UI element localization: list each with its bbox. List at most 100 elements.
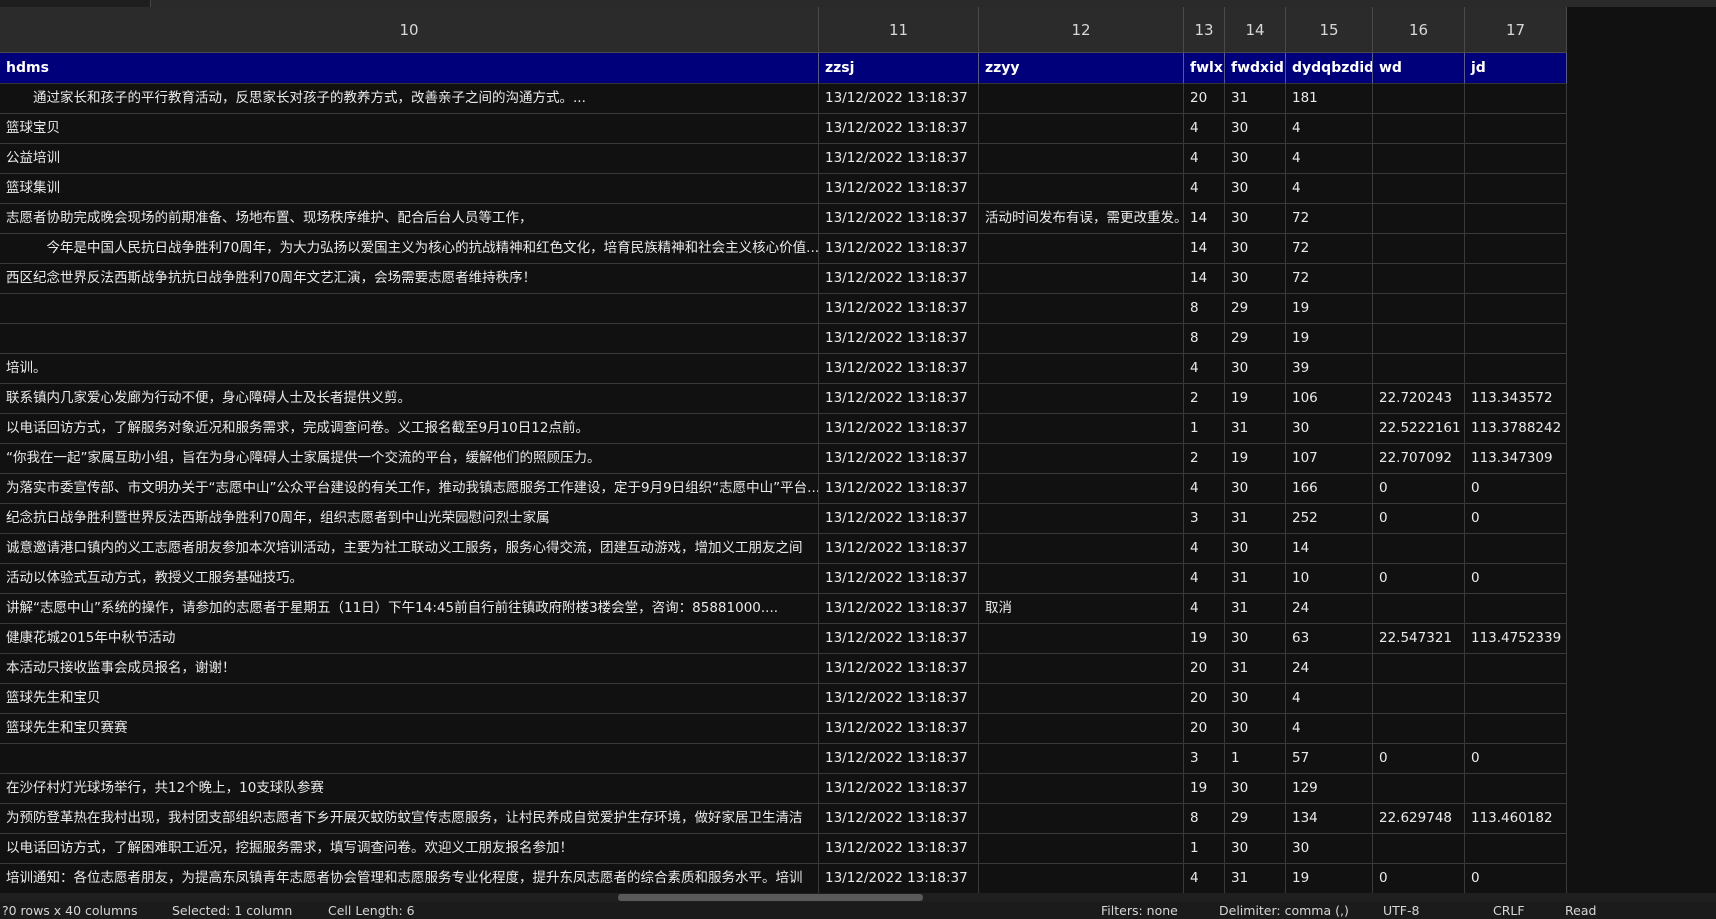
table-row[interactable]: 为落实市委宣传部、市文明办关于“志愿中山”公众平台建设的有关工作，推动我镇志愿服… — [0, 474, 1567, 504]
table-row[interactable]: 13/12/2022 13:18:37 8 29 19 — [0, 294, 1567, 324]
cell-zzsj[interactable]: 13/12/2022 13:18:37 — [819, 384, 979, 414]
cell-dydqbzdid[interactable]: 107 — [1286, 444, 1373, 474]
cell-dydqbzdid[interactable]: 106 — [1286, 384, 1373, 414]
cell-jd[interactable] — [1465, 774, 1567, 804]
cell-fwlx[interactable]: 4 — [1184, 354, 1225, 384]
cell-dydqbzdid[interactable]: 19 — [1286, 294, 1373, 324]
table-row[interactable]: 以电话回访方式，了解服务对象近况和服务需求，完成调查问卷。义工报名截至9月10日… — [0, 414, 1567, 444]
column-number-17[interactable]: 17 — [1465, 7, 1567, 53]
cell-zzyy[interactable]: 取消 — [979, 594, 1184, 624]
cell-fwlx[interactable]: 19 — [1184, 774, 1225, 804]
table-row[interactable]: 诚意邀请港口镇内的义工志愿者朋友参加本次培训活动，主要为社工联动义工服务，服务心… — [0, 534, 1567, 564]
cell-dydqbzdid[interactable]: 4 — [1286, 144, 1373, 174]
cell-fwlx[interactable]: 1 — [1184, 834, 1225, 864]
cell-dydqbzdid[interactable]: 181 — [1286, 84, 1373, 114]
cell-zzyy[interactable] — [979, 354, 1184, 384]
table-row[interactable]: 纪念抗日战争胜利暨世界反法西斯战争胜利70周年，组织志愿者到中山光荣园慰问烈士家… — [0, 504, 1567, 534]
cell-fwdxid[interactable]: 31 — [1225, 594, 1286, 624]
cell-zzyy[interactable] — [979, 804, 1184, 834]
cell-jd[interactable] — [1465, 324, 1567, 354]
cell-fwlx[interactable]: 14 — [1184, 234, 1225, 264]
cell-zzsj[interactable]: 13/12/2022 13:18:37 — [819, 294, 979, 324]
cell-hdms[interactable]: 志愿者协助完成晚会现场的前期准备、场地布置、现场秩序维护、配合后台人员等工作， — [0, 204, 819, 234]
cell-jd[interactable] — [1465, 264, 1567, 294]
header-hdms[interactable]: hdms — [0, 53, 819, 84]
cell-fwlx[interactable]: 4 — [1184, 864, 1225, 893]
cell-hdms[interactable]: 以电话回访方式，了解困难职工近况，挖掘服务需求，填写调查问卷。欢迎义工朋友报名参… — [0, 834, 819, 864]
cell-hdms[interactable]: 为落实市委宣传部、市文明办关于“志愿中山”公众平台建设的有关工作，推动我镇志愿服… — [0, 474, 819, 504]
status-encoding[interactable]: UTF-8 — [1383, 902, 1419, 919]
cell-zzsj[interactable]: 13/12/2022 13:18:37 — [819, 84, 979, 114]
cell-dydqbzdid[interactable]: 63 — [1286, 624, 1373, 654]
cell-zzsj[interactable]: 13/12/2022 13:18:37 — [819, 564, 979, 594]
cell-fwlx[interactable]: 4 — [1184, 594, 1225, 624]
cell-fwdxid[interactable]: 30 — [1225, 624, 1286, 654]
cell-zzyy[interactable] — [979, 324, 1184, 354]
cell-wd[interactable] — [1373, 144, 1465, 174]
cell-dydqbzdid[interactable]: 24 — [1286, 654, 1373, 684]
cell-fwlx[interactable]: 4 — [1184, 534, 1225, 564]
cell-zzsj[interactable]: 13/12/2022 13:18:37 — [819, 654, 979, 684]
cell-zzyy[interactable] — [979, 834, 1184, 864]
column-number-15[interactable]: 15 — [1286, 7, 1373, 53]
cell-dydqbzdid[interactable]: 57 — [1286, 744, 1373, 774]
active-tab-indicator[interactable] — [0, 0, 151, 7]
cell-wd[interactable] — [1373, 354, 1465, 384]
header-zzyy[interactable]: zzyy — [979, 53, 1184, 84]
cell-dydqbzdid[interactable]: 4 — [1286, 114, 1373, 144]
header-wd[interactable]: wd — [1373, 53, 1465, 84]
cell-zzyy[interactable] — [979, 864, 1184, 893]
cell-jd[interactable] — [1465, 114, 1567, 144]
cell-wd[interactable] — [1373, 534, 1465, 564]
cell-fwdxid[interactable]: 31 — [1225, 414, 1286, 444]
cell-wd[interactable]: 22.707092 — [1373, 444, 1465, 474]
cell-dydqbzdid[interactable]: 252 — [1286, 504, 1373, 534]
cell-fwlx[interactable]: 14 — [1184, 264, 1225, 294]
cell-fwlx[interactable]: 4 — [1184, 114, 1225, 144]
cell-zzyy[interactable] — [979, 684, 1184, 714]
cell-fwdxid[interactable]: 30 — [1225, 714, 1286, 744]
cell-dydqbzdid[interactable]: 39 — [1286, 354, 1373, 384]
cell-fwdxid[interactable]: 30 — [1225, 474, 1286, 504]
cell-wd[interactable]: 0 — [1373, 564, 1465, 594]
cell-jd[interactable] — [1465, 84, 1567, 114]
cell-hdms[interactable]: 本活动只接收监事会成员报名，谢谢！ — [0, 654, 819, 684]
table-row[interactable]: 培训通知：各位志愿者朋友，为提高东凤镇青年志愿者协会管理和志愿服务专业化程度，提… — [0, 864, 1567, 893]
cell-wd[interactable] — [1373, 594, 1465, 624]
cell-zzsj[interactable]: 13/12/2022 13:18:37 — [819, 444, 979, 474]
cell-dydqbzdid[interactable]: 14 — [1286, 534, 1373, 564]
cell-zzsj[interactable]: 13/12/2022 13:18:37 — [819, 534, 979, 564]
table-row[interactable]: 为预防登革热在我村出现，我村团支部组织志愿者下乡开展灭蚊防蚊宣传志愿服务，让村民… — [0, 804, 1567, 834]
table-row[interactable]: 以电话回访方式，了解困难职工近况，挖掘服务需求，填写调查问卷。欢迎义工朋友报名参… — [0, 834, 1567, 864]
cell-wd[interactable] — [1373, 654, 1465, 684]
status-delimiter[interactable]: Delimiter: comma (,) — [1219, 902, 1349, 919]
cell-jd[interactable] — [1465, 354, 1567, 384]
cell-fwdxid[interactable]: 30 — [1225, 114, 1286, 144]
cell-fwlx[interactable]: 2 — [1184, 444, 1225, 474]
cell-fwdxid[interactable]: 31 — [1225, 564, 1286, 594]
cell-zzyy[interactable] — [979, 654, 1184, 684]
cell-wd[interactable] — [1373, 234, 1465, 264]
cell-jd[interactable]: 113.3788242 — [1465, 414, 1567, 444]
cell-jd[interactable]: 0 — [1465, 474, 1567, 504]
cell-wd[interactable] — [1373, 174, 1465, 204]
cell-jd[interactable]: 0 — [1465, 744, 1567, 774]
cell-zzyy[interactable] — [979, 624, 1184, 654]
cell-fwdxid[interactable]: 19 — [1225, 384, 1286, 414]
cell-zzyy[interactable]: 活动时间发布有误，需更改重发。 — [979, 204, 1184, 234]
cell-fwdxid[interactable]: 1 — [1225, 744, 1286, 774]
cell-dydqbzdid[interactable]: 19 — [1286, 864, 1373, 893]
cell-hdms[interactable] — [0, 324, 819, 354]
cell-zzsj[interactable]: 13/12/2022 13:18:37 — [819, 204, 979, 234]
cell-zzsj[interactable]: 13/12/2022 13:18:37 — [819, 234, 979, 264]
cell-zzsj[interactable]: 13/12/2022 13:18:37 — [819, 504, 979, 534]
table-row[interactable]: 本活动只接收监事会成员报名，谢谢！ 13/12/2022 13:18:37 20 31… — [0, 654, 1567, 684]
cell-fwdxid[interactable]: 30 — [1225, 234, 1286, 264]
cell-zzyy[interactable] — [979, 294, 1184, 324]
cell-wd[interactable]: 0 — [1373, 864, 1465, 893]
cell-fwdxid[interactable]: 30 — [1225, 204, 1286, 234]
cell-fwlx[interactable]: 3 — [1184, 744, 1225, 774]
cell-hdms[interactable]: 篮球宝贝 — [0, 114, 819, 144]
cell-zzyy[interactable] — [979, 264, 1184, 294]
cell-jd[interactable]: 0 — [1465, 504, 1567, 534]
